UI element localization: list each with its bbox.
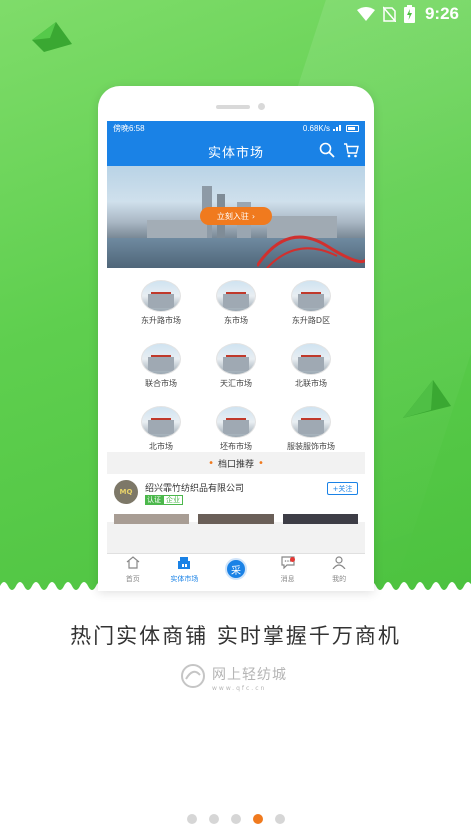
- no-sim-icon: [382, 6, 396, 22]
- inner-status-bar: 傍晚6:58 0.68K/s: [107, 121, 365, 136]
- tab-messages[interactable]: 消息: [262, 554, 314, 587]
- tab-bar: 首页 实体市场 采 消息 我的: [107, 553, 365, 587]
- market-grid: 东升路市场 东市场 东升路D区 联合市场 天汇市场 北联市场 北市场 坯布市场: [107, 268, 365, 452]
- follow-button[interactable]: +关注: [327, 482, 358, 495]
- company-card[interactable]: MQ 绍兴霏竹纺织品有限公司 认证 企业 +关注: [107, 474, 365, 524]
- join-button-label: 立刻入驻: [216, 211, 249, 221]
- market-item-dongshenglu-d[interactable]: 东升路D区: [271, 280, 351, 326]
- market-item-dong[interactable]: 东市场: [196, 280, 276, 326]
- market-item-lianhe[interactable]: 联合市场: [121, 343, 201, 389]
- wifi-icon: [356, 7, 375, 21]
- phone-camera: [258, 103, 265, 110]
- product-photo[interactable]: [282, 514, 358, 524]
- market-banner[interactable]: 立刻入驻 ›: [107, 166, 365, 268]
- cart-icon[interactable]: [343, 142, 359, 158]
- market-item-fuzhuang[interactable]: 服装服饰市场: [271, 406, 351, 452]
- inner-battery-icon: [346, 125, 359, 132]
- signal-icon: [333, 124, 343, 133]
- tab-purchase[interactable]: 采: [210, 554, 262, 587]
- page-indicator: [0, 814, 471, 824]
- brand-url: www.qfc.cn: [212, 685, 267, 692]
- market-icon: [177, 554, 191, 573]
- market-label: 联合市场: [145, 379, 177, 388]
- status-bar: 9:26: [0, 0, 471, 28]
- market-label: 天汇市场: [220, 379, 252, 388]
- battery-charging-icon: [403, 5, 415, 23]
- market-item-dongshenglu[interactable]: 东升路市场: [121, 280, 201, 326]
- section-title-text: 档口推荐: [217, 459, 254, 470]
- market-thumbnail: [141, 406, 181, 438]
- status-time: 9:26: [424, 4, 459, 23]
- search-icon[interactable]: [319, 142, 335, 158]
- section-dot: •: [258, 457, 264, 469]
- page-dot[interactable]: [186, 814, 197, 824]
- market-thumbnail: [291, 280, 331, 312]
- chevron-right-icon: ›: [251, 211, 256, 221]
- decorative-triangle-right: [403, 380, 451, 418]
- tab-label: 我的: [332, 575, 347, 583]
- product-photo[interactable]: [198, 514, 274, 524]
- market-label: 坯布市场: [220, 442, 252, 451]
- market-label: 北市场: [149, 442, 173, 451]
- company-logo: MQ: [114, 480, 138, 504]
- market-label: 东升路D区: [291, 316, 331, 325]
- market-label: 北联市场: [295, 379, 327, 388]
- page-dot-active[interactable]: [252, 814, 263, 824]
- tab-profile[interactable]: 我的: [313, 554, 365, 587]
- join-button[interactable]: 立刻入驻 ›: [200, 207, 272, 225]
- market-thumbnail: [216, 343, 256, 375]
- market-thumbnail: [291, 406, 331, 438]
- tab-market[interactable]: 实体市场: [159, 554, 211, 587]
- tab-home[interactable]: 首页: [107, 554, 159, 587]
- inner-status-time: 傍晚6:58: [113, 124, 145, 133]
- product-photo[interactable]: [114, 514, 190, 524]
- purchase-icon: 采: [224, 558, 247, 580]
- notification-badge: [290, 557, 296, 562]
- tab-label: 首页: [125, 575, 140, 583]
- company-name: 绍兴霏竹纺织品有限公司: [145, 484, 245, 494]
- enterprise-badge: 企业: [163, 495, 183, 505]
- brand-logo: 网上轻纺城 www.qfc.cn: [180, 663, 295, 693]
- app-header: 实体市场: [107, 136, 365, 166]
- market-label: 服装服饰市场: [287, 442, 335, 451]
- market-label: 东升路市场: [141, 316, 181, 325]
- page-dot[interactable]: [230, 814, 241, 824]
- market-item-tianhui[interactable]: 天汇市场: [196, 343, 276, 389]
- market-thumbnail: [216, 280, 256, 312]
- certified-badge: 认证: [145, 495, 163, 505]
- app-title: 实体市场: [207, 145, 264, 161]
- section-dot: •: [208, 457, 214, 469]
- market-item-bei[interactable]: 北市场: [121, 406, 201, 452]
- slogan-text: 热门实体商铺 实时掌握千万商机: [70, 624, 401, 648]
- app-screen: 傍晚6:58 0.68K/s 实体市场 立刻入驻 › 东升路市场 东市场 东升路…: [107, 121, 365, 587]
- market-label: 东市场: [224, 316, 248, 325]
- brand-name: 网上轻纺城: [212, 667, 287, 683]
- tab-label: 实体市场: [170, 575, 199, 583]
- market-item-pibu[interactable]: 坯布市场: [196, 406, 276, 452]
- tab-label: 消息: [280, 575, 295, 583]
- page-dot[interactable]: [208, 814, 219, 824]
- page-dot[interactable]: [274, 814, 285, 824]
- network-speed: 0.68K/s: [302, 124, 330, 133]
- company-photos: [114, 514, 358, 524]
- market-thumbnail: [216, 406, 256, 438]
- inner-status-right: 0.68K/s: [303, 124, 359, 133]
- company-tags: 认证 企业: [145, 495, 183, 505]
- user-icon: [332, 554, 346, 573]
- home-icon: [126, 554, 140, 573]
- market-item-beilian[interactable]: 北联市场: [271, 343, 351, 389]
- phone-speaker: [216, 105, 250, 109]
- section-title: • 档口推荐 •: [107, 452, 365, 474]
- market-thumbnail: [291, 343, 331, 375]
- market-thumbnail: [141, 280, 181, 312]
- market-thumbnail: [141, 343, 181, 375]
- brand-mark-icon: [180, 663, 206, 693]
